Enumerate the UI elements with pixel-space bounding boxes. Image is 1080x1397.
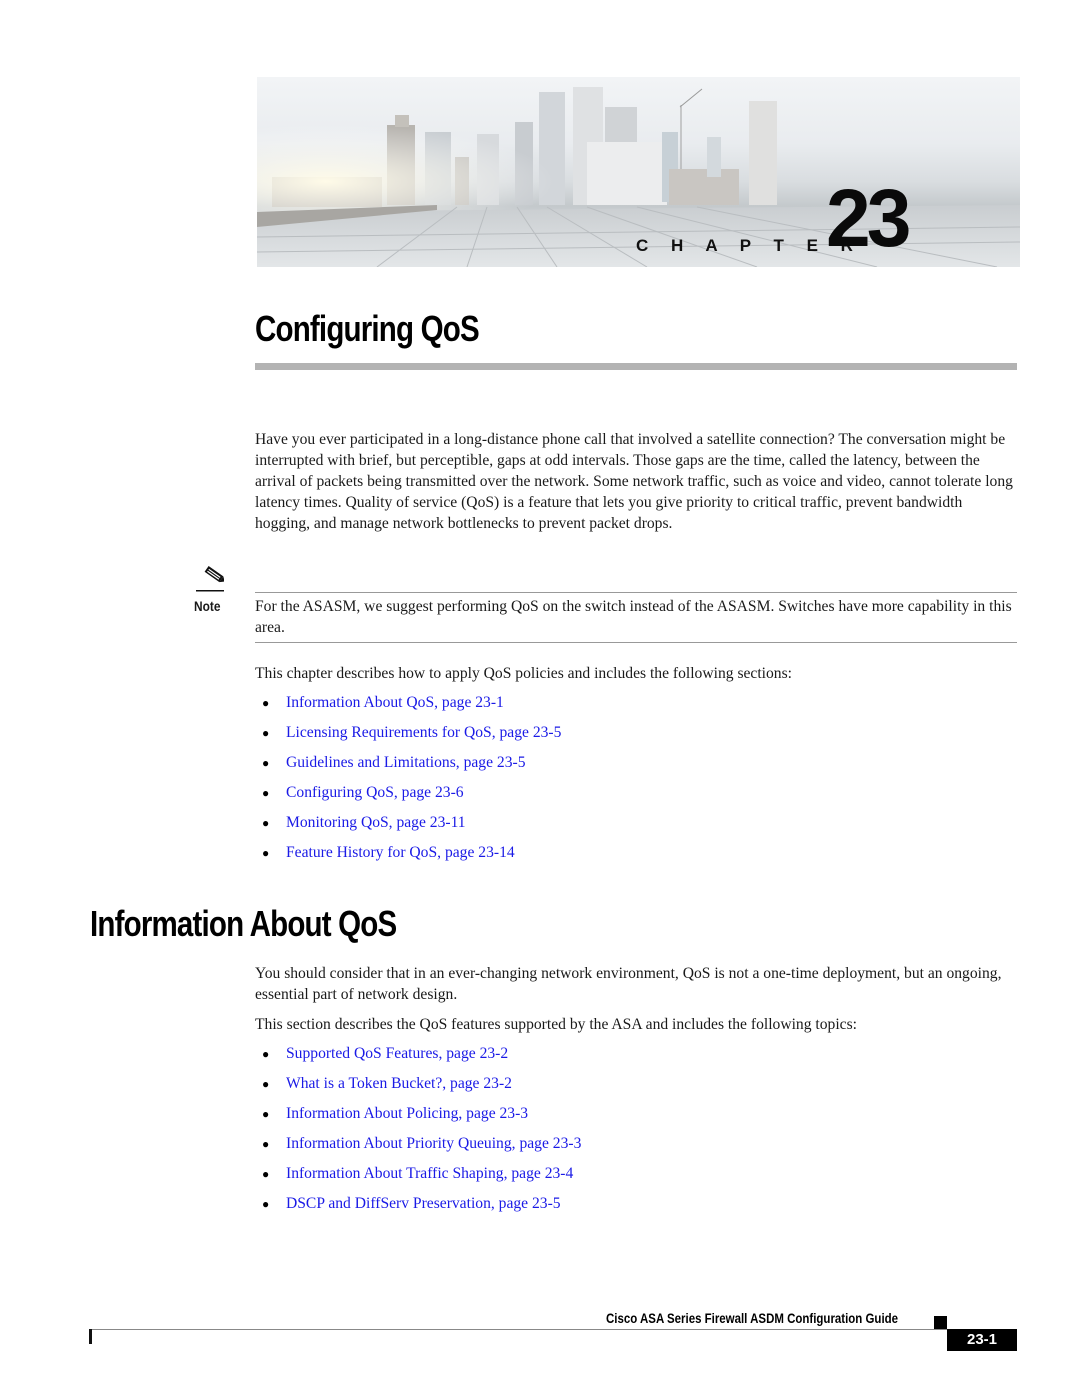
bullet-icon: ● [262,1077,270,1091]
chapter-number: 23 [826,173,911,264]
topic-link[interactable]: What is a Token Bucket?, page 23-2 [286,1074,512,1094]
sections-list: ● Information About QoS, page 23-1 ● Licen… [262,693,561,873]
bullet-icon: ● [262,1167,270,1181]
title-divider [255,363,1017,370]
note-text: For the ASASM, we suggest performing QoS… [255,598,1012,636]
list-item: ● Licensing Requirements for QoS, page 23… [262,723,561,753]
note-rule-top [255,592,1017,593]
bullet-icon: ● [262,1047,270,1061]
list-item: ● Information About QoS, page 23-1 [262,693,561,723]
info-paragraph-2: This section describes the QoS features … [255,1016,857,1033]
list-item: ● Information About Traffic Shaping, page… [262,1164,581,1194]
list-item: ● Configuring QoS, page 23-6 [262,783,561,813]
list-item: ● Feature History for QoS, page 23-14 [262,843,561,873]
note-label: Note [194,598,221,614]
footer-tick [89,1329,92,1344]
page-number: 23-1 [947,1329,1017,1351]
list-item: ● Supported QoS Features, page 23-2 [262,1044,581,1074]
list-item: ● What is a Token Bucket?, page 23-2 [262,1074,581,1104]
footer-guide-title: Cisco ASA Series Firewall ASDM Configura… [606,1311,899,1326]
bullet-icon: ● [262,786,270,800]
list-item: ● Monitoring QoS, page 23-11 [262,813,561,843]
note-rule-bottom [255,642,1017,643]
footer-rule [90,1329,947,1330]
section-link[interactable]: Configuring QoS, page 23-6 [286,783,464,803]
topic-link[interactable]: Information About Priority Queuing, page… [286,1134,581,1154]
section-link[interactable]: Information About QoS, page 23-1 [286,693,504,713]
section-heading: Information About QoS [90,903,397,944]
bullet-icon: ● [262,846,270,860]
pencil-note-icon [196,566,225,597]
bullet-icon: ● [262,726,270,740]
list-item: ● DSCP and DiffServ Preservation, page 23… [262,1194,581,1224]
bullet-icon: ● [262,1197,270,1211]
list-item: ● Information About Policing, page 23-3 [262,1104,581,1134]
bullet-icon: ● [262,816,270,830]
topic-link[interactable]: Information About Traffic Shaping, page … [286,1164,573,1184]
bullet-icon: ● [262,756,270,770]
topics-list: ● Supported QoS Features, page 23-2 ● What… [262,1044,581,1224]
section-link[interactable]: Licensing Requirements for QoS, page 23-… [286,723,561,743]
intro-paragraph: Have you ever participated in a long-dis… [255,431,1013,532]
topic-link[interactable]: Information About Policing, page 23-3 [286,1104,528,1124]
section-link[interactable]: Guidelines and Limitations, page 23-5 [286,753,526,773]
bullet-icon: ● [262,696,270,710]
section-link[interactable]: Monitoring QoS, page 23-11 [286,813,466,833]
sections-intro: This chapter describes how to apply QoS … [255,665,793,682]
section-link[interactable]: Feature History for QoS, page 23-14 [286,843,515,863]
topic-link[interactable]: DSCP and DiffServ Preservation, page 23-… [286,1194,561,1214]
list-item: ● Guidelines and Limitations, page 23-5 [262,753,561,783]
footer-marker [934,1316,947,1329]
chapter-title: Configuring QoS [255,308,480,349]
bullet-icon: ● [262,1137,270,1151]
info-paragraph-1: You should consider that in an ever-chan… [255,965,1002,1003]
list-item: ● Information About Priority Queuing, pag… [262,1134,581,1164]
topic-link[interactable]: Supported QoS Features, page 23-2 [286,1044,508,1064]
bullet-icon: ● [262,1107,270,1121]
